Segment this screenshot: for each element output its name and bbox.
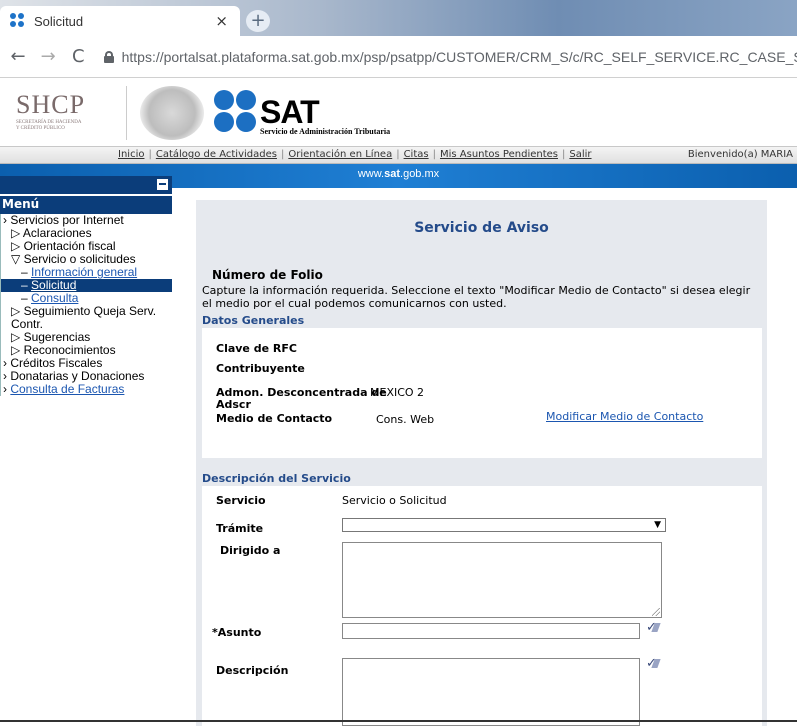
- sat-dots-icon: [214, 90, 258, 134]
- servicio-label: Servicio: [216, 494, 266, 507]
- url-field[interactable]: https://portalsat.plataforma.sat.gob.mx/…: [122, 49, 797, 65]
- informacion-general-link[interactable]: Información general: [31, 265, 137, 279]
- spellcheck-icon[interactable]: [644, 656, 660, 672]
- clave-rfc-label: Clave de RFC: [216, 342, 297, 355]
- nav-salir[interactable]: Salir: [569, 149, 591, 160]
- descripcion-label: Descripción: [216, 664, 289, 677]
- side-menu: › Servicios por Internet ▷ Aclaraciones …: [0, 214, 172, 396]
- sat-wordmark: SAT: [260, 94, 320, 130]
- shcp-subtitle-2: Y CRÉDITO PÚBLICO: [16, 126, 65, 131]
- datos-generales-box: Clave de RFC Contribuyente Admon. Descon…: [202, 328, 762, 458]
- shcp-title: SHCP: [16, 90, 86, 119]
- dirigido-textarea[interactable]: [342, 542, 662, 618]
- medio-contacto-label: Medio de Contacto: [216, 412, 333, 425]
- asunto-label: *Asunto: [212, 626, 262, 639]
- banner-pre: www.: [357, 168, 385, 180]
- nav-inicio[interactable]: Inicio: [118, 149, 144, 160]
- descripcion-servicio-heading: Descripción del Servicio: [202, 472, 351, 485]
- descripcion-servicio-box: Servicio Servicio o Solicitud Trámite ▼ …: [202, 486, 762, 726]
- nav-orientacion[interactable]: Orientación en Línea: [288, 149, 392, 160]
- datos-generales-heading: Datos Generales: [202, 314, 305, 327]
- consulta-facturas-link[interactable]: Consulta de Facturas: [10, 382, 124, 396]
- nav-citas[interactable]: Citas: [404, 149, 429, 160]
- menu-item-consulta-facturas[interactable]: › Consulta de Facturas: [1, 383, 172, 396]
- medio-contacto-value: Cons. Web: [376, 413, 435, 426]
- browser-tab[interactable]: Solicitud ×: [0, 6, 240, 36]
- menu-title: Menú: [2, 197, 40, 211]
- menu-title-bar: Menú: [0, 196, 172, 214]
- dirigido-label: Dirigido a: [220, 544, 281, 557]
- back-arrow-icon[interactable]: ←: [6, 46, 30, 67]
- tab-close-icon[interactable]: ×: [215, 12, 228, 30]
- admon-label-2: Adscr: [216, 398, 251, 411]
- menu-header-bar: [0, 176, 172, 194]
- url-path: /psp/psatpp/CUSTOMER/CRM_S/c/RC_SELF_SER…: [359, 48, 797, 65]
- main-panel: Servicio de Aviso Número de Folio Captur…: [196, 200, 767, 726]
- nav-asuntos[interactable]: Mis Asuntos Pendientes: [440, 149, 558, 160]
- browser-tab-bar: Solicitud × +: [0, 0, 797, 36]
- shcp-logo: SHCP SECRETARÍA DE HACIENDA Y CRÉDITO PÚ…: [16, 90, 116, 132]
- address-bar: ← → C https://portalsat.plataforma.sat.g…: [0, 36, 797, 78]
- admon-value: MEXICO 2: [370, 386, 425, 399]
- top-navigation: Inicio | Catálogo de Actividades | Orientaci…: [0, 146, 797, 164]
- dropdown-arrow-icon: ▼: [654, 520, 661, 530]
- banner-post: .gob.mx: [400, 168, 440, 180]
- forward-arrow-icon[interactable]: →: [36, 46, 60, 67]
- consulta-link[interactable]: Consulta: [31, 291, 78, 305]
- folio-label: Número de Folio: [212, 268, 323, 282]
- modificar-medio-link[interactable]: Modificar Medio de Contacto: [546, 410, 703, 423]
- header-divider: [126, 86, 127, 140]
- tramite-select[interactable]: ▼: [342, 518, 666, 532]
- asunto-input[interactable]: [342, 623, 640, 639]
- banner-bold: sat: [384, 168, 401, 180]
- site-header: SHCP SECRETARÍA DE HACIENDA Y CRÉDITO PÚ…: [0, 78, 797, 146]
- page-title: Servicio de Aviso: [414, 220, 549, 236]
- lock-icon: [104, 50, 115, 63]
- instructions-text: Capture la información requerida. Selecc…: [202, 284, 751, 310]
- url-domain: https://portalsat.plataforma.sat.gob.mx: [121, 48, 360, 65]
- descripcion-textarea[interactable]: [342, 658, 640, 726]
- national-seal-icon: [140, 86, 204, 140]
- resize-handle-icon[interactable]: [652, 608, 660, 616]
- contribuyente-label: Contribuyente: [216, 362, 305, 375]
- spellcheck-icon[interactable]: [644, 620, 660, 636]
- solicitud-link[interactable]: Solicitud: [31, 278, 76, 292]
- tab-title: Solicitud: [34, 13, 84, 29]
- tramite-label: Trámite: [216, 522, 264, 535]
- sat-subtitle: Servicio de Administración Tributaria: [260, 127, 391, 136]
- reload-icon[interactable]: C: [66, 46, 90, 67]
- new-tab-button[interactable]: +: [246, 10, 270, 32]
- nav-catalogo[interactable]: Catálogo de Actividades: [156, 149, 277, 160]
- collapse-icon[interactable]: [157, 179, 168, 190]
- bottom-border: [0, 720, 797, 722]
- servicio-value: Servicio o Solicitud: [342, 494, 447, 507]
- sat-favicon-icon: [10, 13, 26, 29]
- menu-item-seguimiento-queja[interactable]: ▷ Seguimiento Queja Serv. Contr.: [1, 305, 172, 331]
- welcome-text: Bienvenido(a) MARIA: [687, 149, 793, 160]
